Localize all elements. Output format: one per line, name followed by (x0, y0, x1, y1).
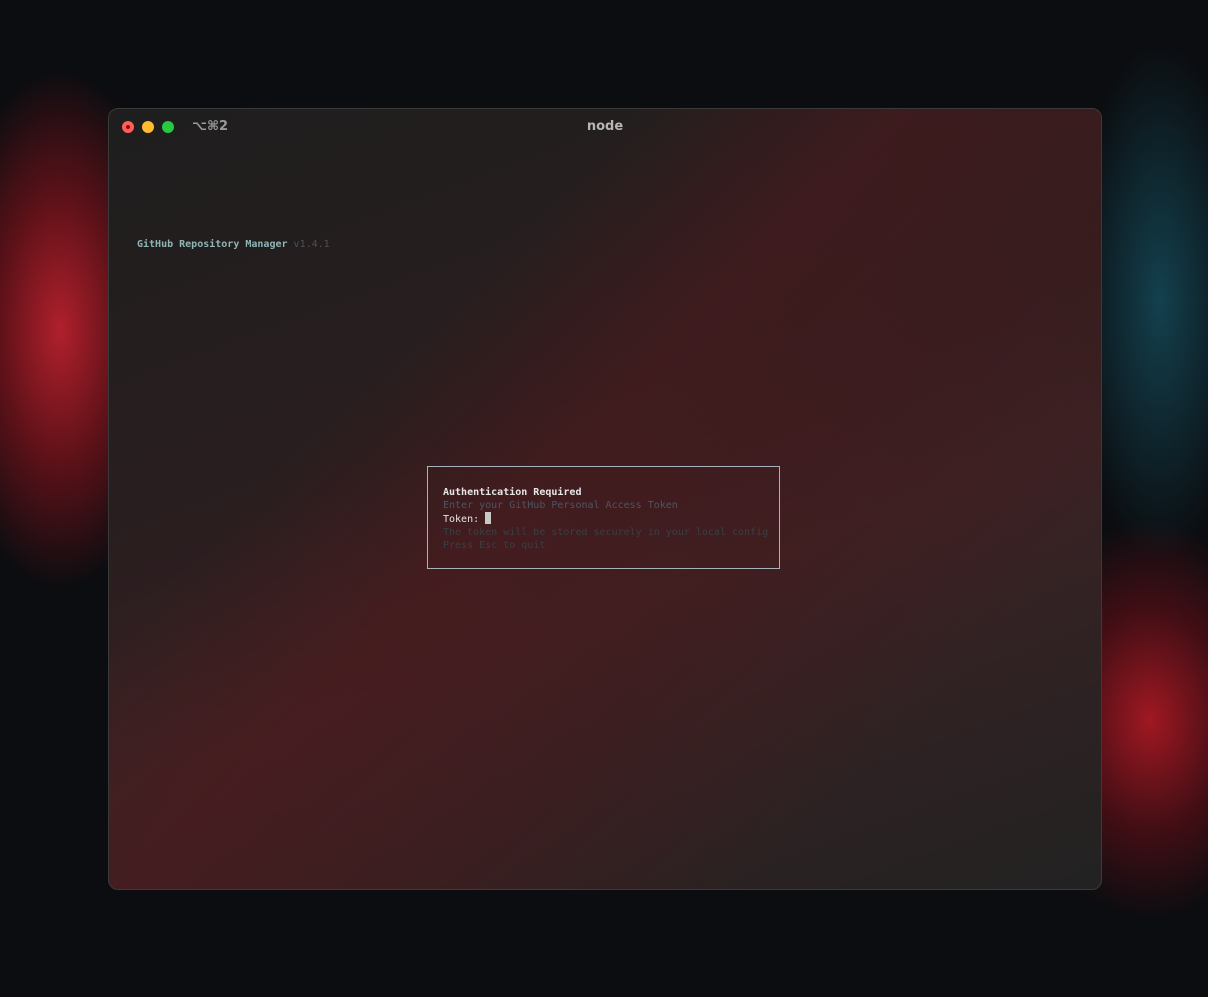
dialog-title: Authentication Required (443, 487, 582, 498)
token-label: Token: (443, 514, 480, 525)
token-input[interactable]: Token: (443, 512, 779, 526)
auth-dialog: Authentication Required Enter your GitHu… (427, 466, 780, 569)
app-version: v1.4.1 (293, 239, 330, 250)
app-name: GitHub Repository Manager (137, 239, 288, 250)
quit-hint: Press Esc to quit (443, 540, 546, 551)
terminal-window: ⌥⌘2 node GitHub Repository Manager v1.4.… (108, 108, 1102, 890)
text-cursor (485, 512, 492, 524)
window-title: node (586, 119, 624, 134)
app-header: GitHub Repository Manager v1.4.1 (137, 239, 330, 250)
storage-note: The token will be stored securely in you… (443, 527, 769, 538)
title-bar: ⌥⌘2 node (109, 109, 1101, 143)
dialog-subtitle: Enter your GitHub Personal Access Token (443, 500, 678, 511)
